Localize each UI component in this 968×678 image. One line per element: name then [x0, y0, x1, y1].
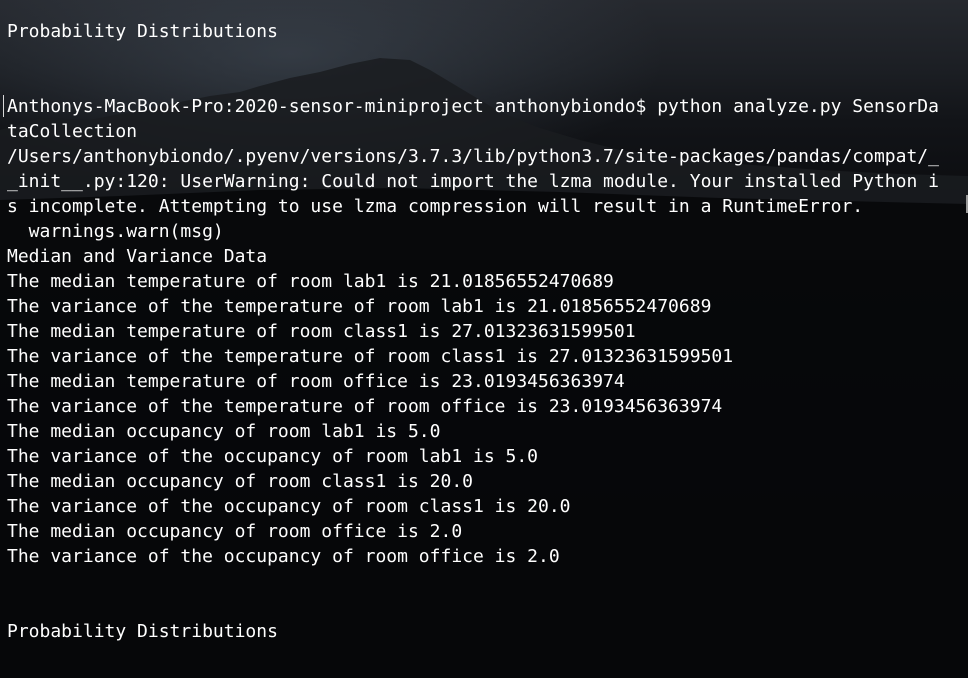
terminal-window[interactable]: Probability Distributions Anthonys-MacBo…	[0, 0, 968, 678]
warning-line: s incomplete. Attempting to use lzma com…	[7, 196, 864, 217]
section-heading: Median and Variance Data	[7, 246, 268, 267]
output-line: Probability Distributions	[7, 21, 278, 42]
warning-line: warnings.warn(msg)	[7, 221, 224, 242]
output-line: The variance of the temperature of room …	[7, 346, 734, 367]
command-prompt-line-wrap: taCollection	[7, 121, 138, 142]
output-line: The variance of the temperature of room …	[7, 296, 712, 317]
output-line: The variance of the occupancy of room of…	[7, 546, 560, 567]
output-line: The median temperature of room class1 is…	[7, 321, 636, 342]
output-line: The median occupancy of room class1 is 2…	[7, 471, 473, 492]
command-prompt-line: Anthonys-MacBook-Pro:2020-sensor-minipro…	[7, 96, 939, 117]
output-line: The variance of the occupancy of room cl…	[7, 496, 571, 517]
selection-edge	[3, 95, 4, 117]
output-line: The median temperature of room office is…	[7, 371, 625, 392]
output-line: The median occupancy of room lab1 is 5.0	[7, 421, 441, 442]
terminal-output[interactable]: Probability Distributions Anthonys-MacBo…	[0, 0, 968, 678]
output-line: The variance of the temperature of room …	[7, 396, 723, 417]
warning-line: _init__.py:120: UserWarning: Could not i…	[7, 171, 939, 192]
output-line: The median temperature of room lab1 is 2…	[7, 271, 614, 292]
output-line: The median occupancy of room office is 2…	[7, 521, 463, 542]
warning-line: /Users/anthonybiondo/.pyenv/versions/3.7…	[7, 146, 939, 167]
output-line: The variance of the occupancy of room la…	[7, 446, 539, 467]
section-heading: Probability Distributions	[7, 621, 278, 642]
